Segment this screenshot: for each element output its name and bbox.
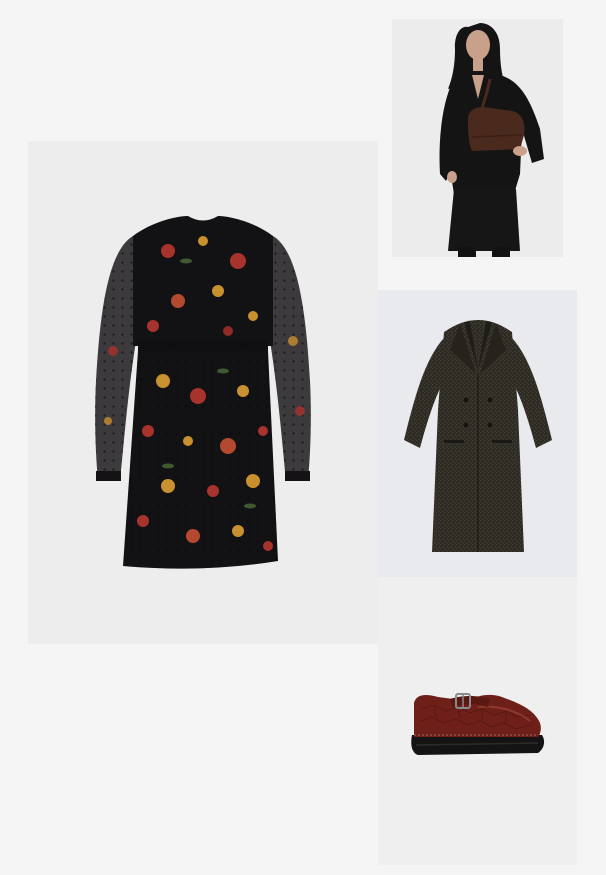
floral-dress-icon xyxy=(95,216,311,569)
product-tile-floral-dress[interactable] xyxy=(28,141,378,644)
product-tile-mary-jane-shoe[interactable] xyxy=(378,577,577,865)
product-tile-tweed-coat[interactable] xyxy=(378,290,577,577)
model-with-bag-icon xyxy=(392,19,563,257)
mary-jane-shoe-icon xyxy=(411,693,545,755)
product-tile-model-with-bag[interactable] xyxy=(392,19,563,257)
outfit-collage xyxy=(0,0,606,875)
tweed-coat-icon xyxy=(404,320,552,552)
